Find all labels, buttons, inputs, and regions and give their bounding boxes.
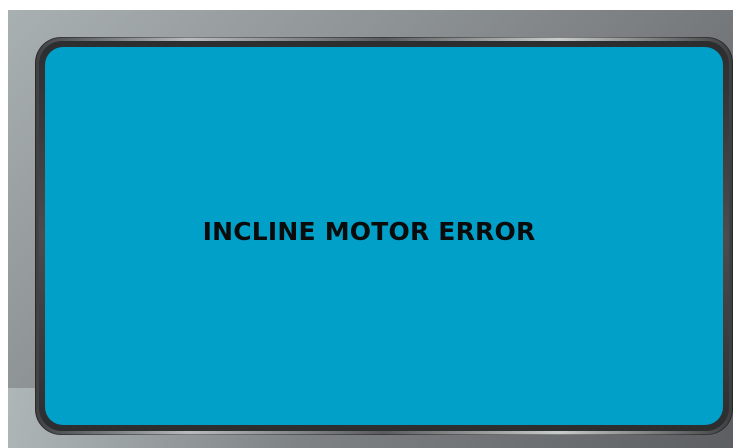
error-message: INCLINE MOTOR ERROR	[202, 216, 536, 246]
device-bezel: INCLINE MOTOR ERROR	[8, 10, 733, 448]
screen-frame: INCLINE MOTOR ERROR	[35, 37, 733, 435]
display-screen: INCLINE MOTOR ERROR	[45, 47, 723, 425]
screen-frame-inner: INCLINE MOTOR ERROR	[39, 41, 729, 431]
